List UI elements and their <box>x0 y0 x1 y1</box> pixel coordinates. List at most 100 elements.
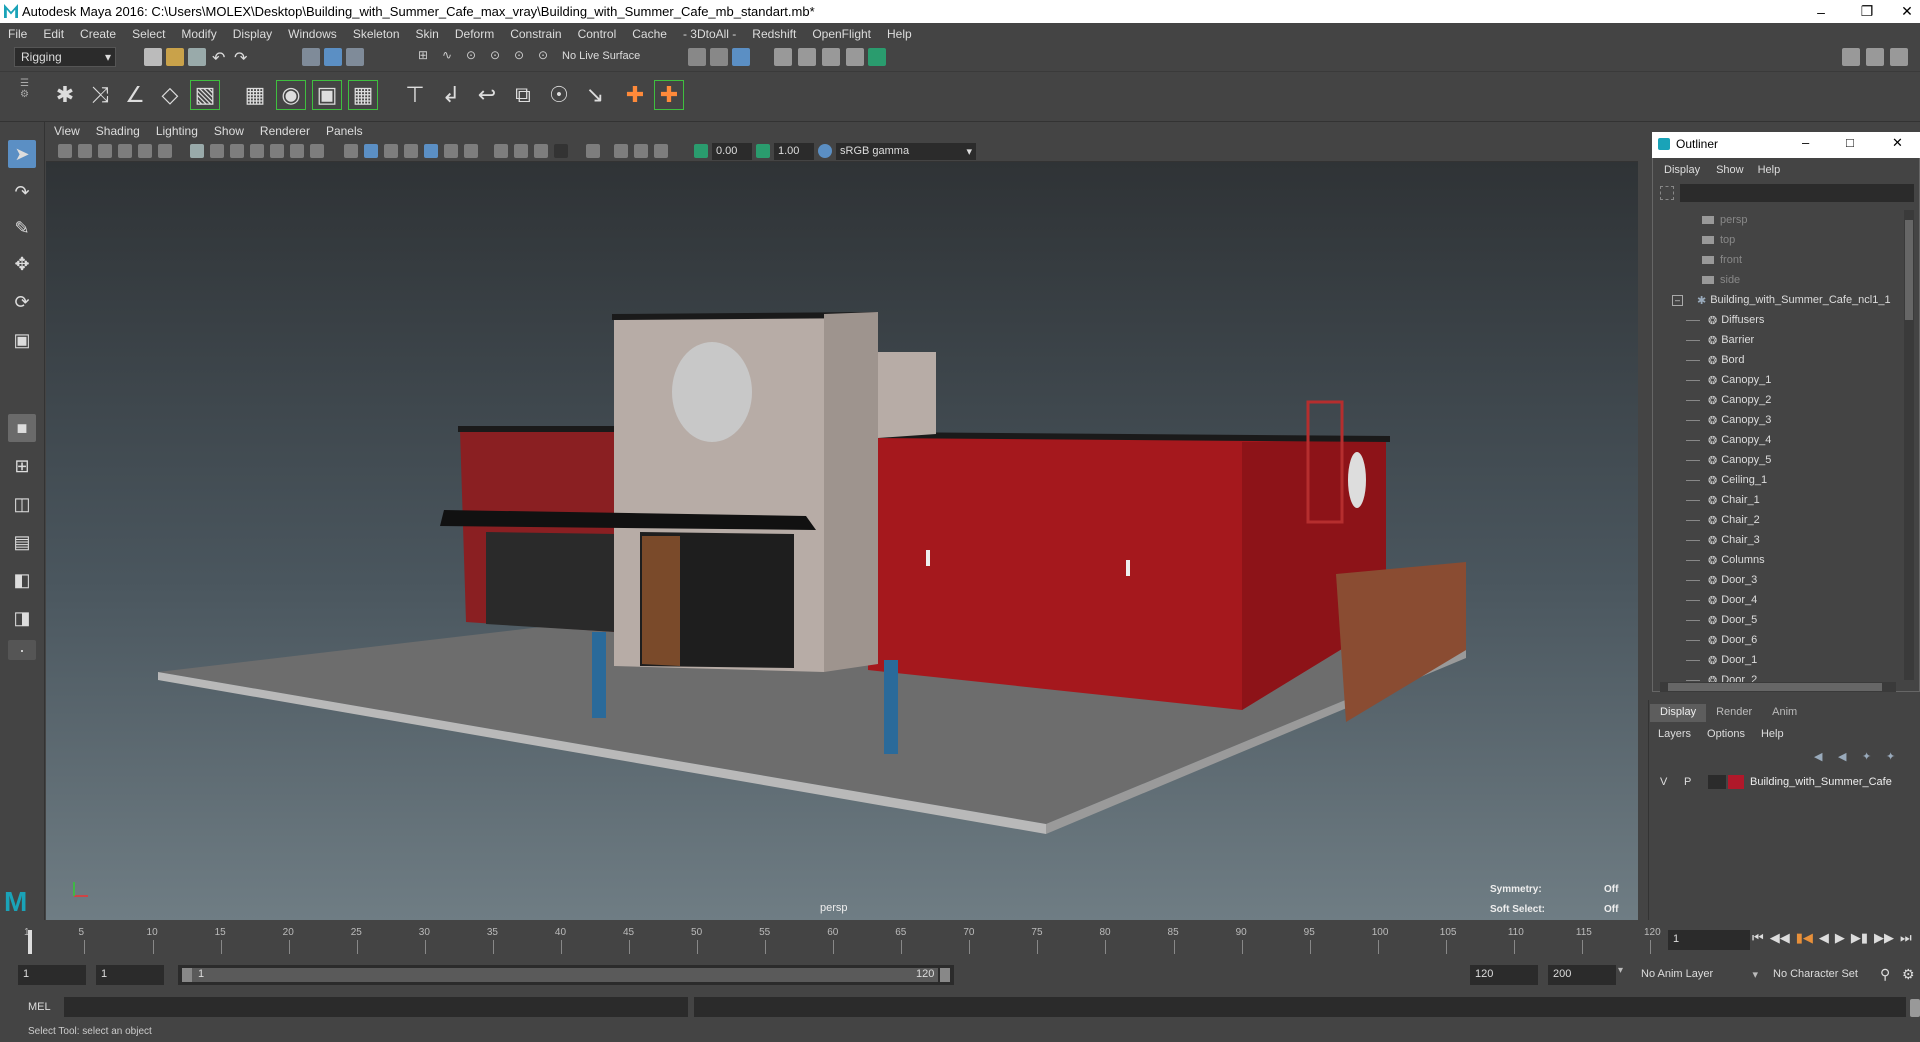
persp-graph-layout-icon[interactable]: ▤ <box>8 528 36 556</box>
bookmark-icon[interactable] <box>98 144 112 158</box>
go-to-end-icon[interactable]: ⏭ <box>1900 930 1912 950</box>
outliner-item[interactable]: ❂ Canopy_5 <box>1656 450 1906 470</box>
shelf-menu-icon[interactable]: ☰ ⚙ <box>20 78 30 118</box>
layer-type-toggle[interactable] <box>1708 775 1726 789</box>
outliner-root-node[interactable]: – ✱ Building_with_Summer_Cafe_ncl1_1 <box>1656 290 1906 310</box>
rigid-bind-icon[interactable]: ◉ <box>276 80 306 110</box>
current-time-marker[interactable] <box>28 930 32 954</box>
menu-windows[interactable]: Windows <box>280 27 345 41</box>
film-gate-icon[interactable] <box>210 144 224 158</box>
snap-view-icon[interactable]: ⊙ <box>490 48 508 66</box>
outliner-menu-help[interactable]: Help <box>1750 164 1789 176</box>
outliner-item[interactable]: ❂ Chair_1 <box>1656 490 1906 510</box>
screen-space-ao-icon[interactable] <box>494 144 508 158</box>
menu-display[interactable]: Display <box>225 27 280 41</box>
outliner-item[interactable]: ❂ Door_4 <box>1656 590 1906 610</box>
layer-menu-options[interactable]: Options <box>1699 726 1753 744</box>
shadows-icon[interactable] <box>464 144 478 158</box>
insert-joint-icon[interactable]: ◇ <box>155 80 185 110</box>
camera-select-icon[interactable] <box>58 144 72 158</box>
exposure-field[interactable]: 0.00 <box>712 143 752 160</box>
lasso-tool-icon[interactable]: ↷ <box>8 178 36 206</box>
character-set-dropdown[interactable]: No Character Set <box>1768 965 1872 985</box>
layer-row[interactable]: V P Building_with_Summer_Cafe <box>1652 772 1916 792</box>
scale-tool-icon[interactable]: ▣ <box>8 326 36 354</box>
persp-outliner-layout-icon[interactable]: ◧ <box>8 566 36 594</box>
paint-select-icon[interactable]: ✎ <box>8 214 36 242</box>
safe-title-icon[interactable] <box>310 144 324 158</box>
step-forward-icon[interactable]: ▶▶ <box>1874 930 1894 950</box>
outliner-item[interactable]: ❂ Door_1 <box>1656 650 1906 670</box>
outliner-camera-front[interactable]: front <box>1656 250 1906 270</box>
camera-attributes-icon[interactable] <box>78 144 92 158</box>
rotate-tool-icon[interactable]: ⟳ <box>8 288 36 316</box>
snap-surface-icon[interactable]: ⊙ <box>514 48 532 66</box>
mel-input[interactable] <box>64 997 688 1017</box>
outliner-layout-icon[interactable]: ◨ <box>8 604 36 632</box>
gamma-icon[interactable] <box>756 144 770 158</box>
outliner-item[interactable]: ❂ Door_5 <box>1656 610 1906 630</box>
image-plane-icon[interactable] <box>118 144 132 158</box>
wireframe-icon[interactable] <box>344 144 358 158</box>
snap-vertex-icon[interactable]: ⊙ <box>538 48 556 66</box>
four-view-layout-icon[interactable]: ⊞ <box>8 452 36 480</box>
play-backwards-icon[interactable]: ◀ <box>1819 930 1829 950</box>
go-to-start-icon[interactable]: ⏮ <box>1752 930 1764 950</box>
start-time-field[interactable]: 1 <box>18 965 86 985</box>
end-time-field[interactable]: 200 <box>1548 965 1616 985</box>
tab-anim[interactable]: Anim <box>1762 704 1807 722</box>
outliner-item[interactable]: ❂ Diffusers <box>1656 310 1906 330</box>
xray-active-icon[interactable] <box>634 144 648 158</box>
save-scene-icon[interactable] <box>188 48 206 66</box>
field-chart-icon[interactable] <box>270 144 284 158</box>
paint-weights-icon[interactable]: ▣ <box>312 80 342 110</box>
menu-help[interactable]: Help <box>879 27 920 41</box>
layer-visibility-toggle[interactable]: V <box>1660 776 1676 788</box>
smooth-shade-icon[interactable] <box>364 144 378 158</box>
side-by-side-layout-icon[interactable]: ◫ <box>8 490 36 518</box>
move-layer-down-icon[interactable]: ◀ <box>1838 750 1856 768</box>
outliner-filter-icon[interactable] <box>1660 186 1674 200</box>
workspace-icon[interactable] <box>1842 48 1860 66</box>
collapse-icon[interactable]: – <box>1672 294 1683 306</box>
output-ops-icon[interactable] <box>710 48 728 66</box>
menu-deform[interactable]: Deform <box>447 27 502 41</box>
menu-skin[interactable]: Skin <box>408 27 447 41</box>
viewport-menu-view[interactable]: View <box>46 124 88 138</box>
xray-joints-icon[interactable] <box>654 144 668 158</box>
outliner-item[interactable]: ❂ Door_6 <box>1656 630 1906 650</box>
play-forwards-icon[interactable]: ▶ <box>1835 930 1845 950</box>
render-frame-icon[interactable] <box>774 48 792 66</box>
aim-constraint-icon[interactable]: ↲ <box>436 80 466 110</box>
render-view-icon[interactable] <box>868 48 886 66</box>
safe-action-icon[interactable] <box>290 144 304 158</box>
step-forward-key-icon[interactable]: ▶▮ <box>1851 930 1868 950</box>
ik-spline-icon[interactable]: ∠ <box>120 80 150 110</box>
new-scene-icon[interactable] <box>144 48 162 66</box>
undo-icon[interactable]: ↶ <box>212 48 230 67</box>
cluster-icon[interactable]: ✚ <box>654 80 684 110</box>
default-material-icon[interactable] <box>384 144 398 158</box>
select-tool-icon[interactable]: ➤ <box>8 140 36 168</box>
depth-of-field-icon[interactable] <box>554 144 568 158</box>
select-hierarchy-icon[interactable] <box>302 48 320 66</box>
anim-layer-dropdown[interactable]: No Anim Layer ▾ <box>1636 965 1762 985</box>
outliner-minimize-button[interactable]: – <box>1802 135 1809 150</box>
current-frame-field[interactable]: 1 <box>1668 930 1750 950</box>
outliner-camera-side[interactable]: side <box>1656 270 1906 290</box>
outliner-item[interactable]: ❂ Barrier <box>1656 330 1906 350</box>
viewport-menu-shading[interactable]: Shading <box>88 124 148 138</box>
ipr-render-icon[interactable] <box>798 48 816 66</box>
render-settings-icon[interactable] <box>822 48 840 66</box>
viewport-menu-panels[interactable]: Panels <box>318 124 371 138</box>
menu-file[interactable]: File <box>0 27 35 41</box>
outliner-menu-show[interactable]: Show <box>1710 164 1750 176</box>
perspective-viewport[interactable]: persp Symmetry: Off Soft Select: Off <box>46 162 1638 920</box>
construction-history-icon[interactable] <box>732 48 750 66</box>
snap-curve-icon[interactable]: ∿ <box>442 48 460 66</box>
color-space-dropdown[interactable]: sRGB gamma ▾ <box>836 143 976 160</box>
range-end-grip[interactable] <box>940 968 950 982</box>
gamma-field[interactable]: 1.00 <box>774 143 814 160</box>
menu-modify[interactable]: Modify <box>173 27 224 41</box>
layer-playback-toggle[interactable]: P <box>1684 776 1700 788</box>
